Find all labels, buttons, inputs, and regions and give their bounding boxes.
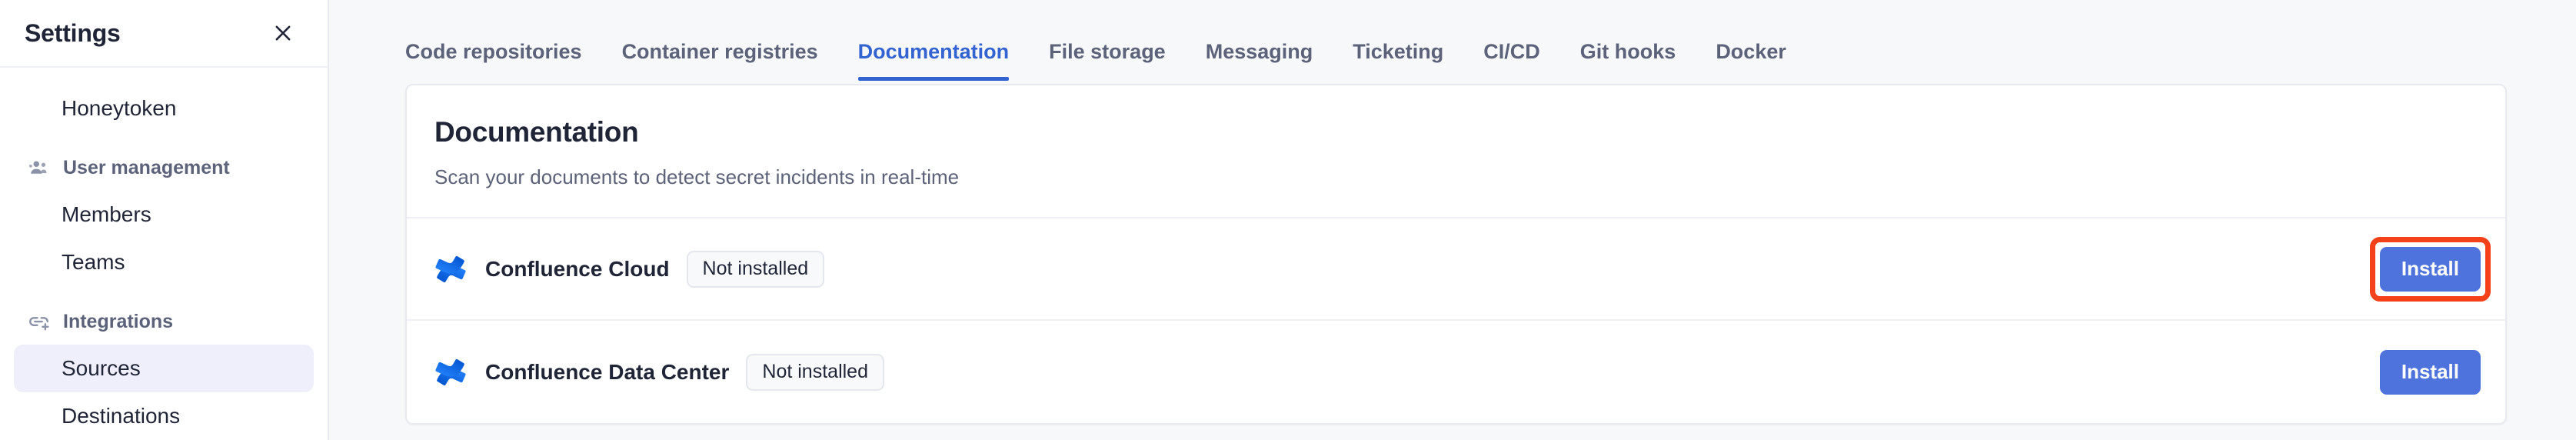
install-button[interactable]: Install	[2379, 349, 2481, 395]
tab-label: Docker	[1716, 40, 1786, 63]
settings-screen: Settings Honeytoken User management Memb…	[0, 0, 2576, 440]
tab-ticketing[interactable]: Ticketing	[1333, 40, 1463, 81]
integration-info: Confluence Cloud Not installed	[434, 250, 825, 288]
tab-code-repositories[interactable]: Code repositories	[405, 40, 602, 81]
tab-label: CI/CD	[1483, 40, 1540, 63]
tab-documentation[interactable]: Documentation	[838, 40, 1030, 81]
settings-sidebar: Settings Honeytoken User management Memb…	[0, 0, 329, 440]
sidebar-item-label: Teams	[62, 250, 125, 274]
integration-category-tabs: Code repositories Container registries D…	[405, 0, 2576, 81]
status-badge: Not installed	[686, 250, 825, 288]
sidebar-header: Settings	[0, 0, 328, 68]
tab-file-storage[interactable]: File storage	[1029, 40, 1186, 81]
sidebar-item-label: Members	[62, 202, 151, 226]
confluence-icon	[434, 356, 467, 388]
documentation-card: Documentation Scan your documents to det…	[405, 84, 2507, 425]
sidebar-item-label: Destinations	[62, 404, 181, 428]
sidebar-group-user-management: User management	[14, 145, 314, 191]
sidebar-nav: Honeytoken User management Members Teams…	[0, 68, 328, 440]
integration-name: Confluence Cloud	[485, 256, 670, 281]
tab-docker[interactable]: Docker	[1696, 40, 1806, 81]
card-subtitle: Scan your documents to detect secret inc…	[434, 165, 960, 188]
sidebar-item-members[interactable]: Members	[14, 191, 314, 238]
tab-ci-cd[interactable]: CI/CD	[1463, 40, 1560, 81]
tab-label: Messaging	[1205, 40, 1313, 63]
install-button-wrapper: Install	[2369, 236, 2491, 302]
tab-label: Container registries	[621, 40, 818, 63]
integration-name: Confluence Data Center	[485, 359, 730, 384]
users-icon	[28, 156, 51, 179]
sidebar-item-teams[interactable]: Teams	[14, 238, 314, 286]
card-title: Documentation	[434, 116, 639, 148]
tab-label: File storage	[1049, 40, 1166, 63]
sidebar-item-honeytoken[interactable]: Honeytoken	[14, 85, 314, 132]
sidebar-item-sources[interactable]: Sources	[14, 345, 314, 392]
install-button-wrapper: Install	[2379, 349, 2481, 395]
card-header: Documentation Scan your documents to det…	[407, 85, 2505, 218]
table-row: Confluence Data Center Not installed Ins…	[407, 321, 2505, 423]
page-title: Settings	[25, 18, 121, 47]
tab-label: Ticketing	[1353, 40, 1444, 63]
confluence-icon	[434, 253, 467, 285]
integration-info: Confluence Data Center Not installed	[434, 353, 884, 391]
link-plus-icon	[28, 310, 51, 333]
main-panel: Code repositories Container registries D…	[329, 0, 2576, 440]
tab-label: Git hooks	[1579, 40, 1676, 63]
status-badge: Not installed	[746, 353, 884, 391]
install-button[interactable]: Install	[2379, 246, 2481, 292]
sidebar-item-label: Honeytoken	[62, 96, 177, 120]
sidebar-item-label: Sources	[62, 356, 141, 380]
tab-messaging[interactable]: Messaging	[1186, 40, 1333, 81]
sidebar-group-integrations: Integrations	[14, 298, 314, 345]
close-icon[interactable]	[266, 16, 300, 50]
sidebar-group-label: User management	[63, 156, 230, 178]
sidebar-group-label: Integrations	[63, 310, 174, 332]
tab-label: Documentation	[857, 40, 1010, 63]
table-row: Confluence Cloud Not installed Install	[407, 218, 2505, 321]
sidebar-item-destinations[interactable]: Destinations	[14, 392, 314, 440]
tab-container-registries[interactable]: Container registries	[602, 40, 838, 81]
tab-label: Code repositories	[405, 40, 582, 63]
tab-git-hooks[interactable]: Git hooks	[1560, 40, 1696, 81]
